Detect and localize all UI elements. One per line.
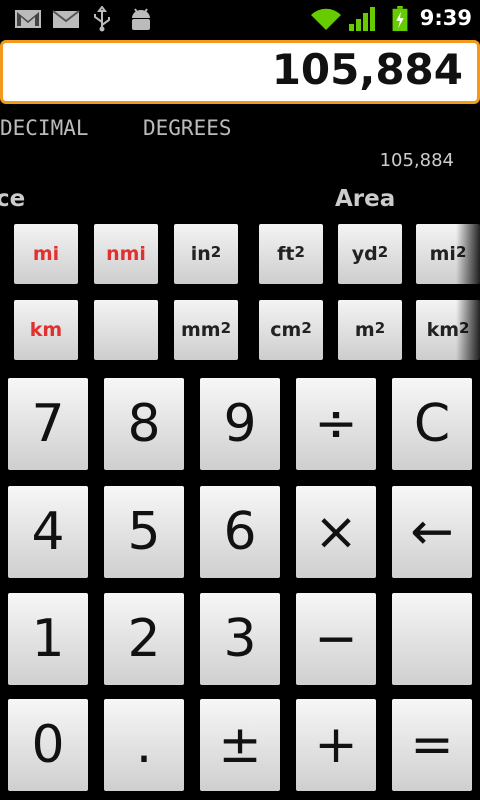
unit-nmi-button[interactable]: nmi	[94, 224, 158, 284]
mode-degrees[interactable]: DEGREES	[143, 116, 232, 140]
key-2[interactable]: 2	[104, 593, 184, 685]
unit-label: nmi	[106, 243, 146, 265]
category-area[interactable]: Area	[335, 186, 395, 212]
key-backspace[interactable]: ←	[392, 486, 472, 578]
android-debug-icon	[132, 8, 150, 30]
unit-mi-button[interactable]: mi	[14, 224, 78, 284]
key-decimal-point[interactable]: .	[104, 699, 184, 791]
unit-label: mm	[180, 319, 221, 341]
unit-blank-button[interactable]	[94, 300, 158, 360]
key-1[interactable]: 1	[8, 593, 88, 685]
unit-label: mi	[429, 243, 456, 265]
unit-label: ft	[277, 243, 295, 265]
unit-yd2-button[interactable]: yd 2	[338, 224, 402, 284]
key-5[interactable]: 5	[104, 486, 184, 578]
unit-label: km	[29, 319, 63, 341]
key-8[interactable]: 8	[104, 378, 184, 470]
unit-exponent: 2	[210, 243, 222, 261]
key-plus-minus[interactable]: ±	[200, 699, 280, 791]
signal-icon	[349, 7, 375, 31]
key-equals[interactable]: =	[392, 699, 472, 791]
display-value: 105,884	[271, 45, 463, 94]
email-icon	[52, 10, 80, 28]
calculator-display[interactable]: 105,884	[0, 40, 480, 104]
conversion-result: 105,884	[379, 150, 454, 171]
wifi-icon	[311, 8, 341, 30]
unit-label: mi	[32, 243, 60, 265]
key-add[interactable]: +	[296, 699, 376, 791]
unit-exponent: 2	[377, 243, 389, 261]
unit-ft2-button[interactable]: ft 2	[259, 224, 323, 284]
key-blank[interactable]	[392, 593, 472, 685]
scroll-fade	[456, 212, 480, 367]
status-bar: 9:39	[0, 0, 480, 38]
key-4[interactable]: 4	[8, 486, 88, 578]
key-6[interactable]: 6	[200, 486, 280, 578]
unit-label: cm	[270, 319, 302, 341]
category-distance-partial[interactable]: ce	[0, 186, 25, 212]
unit-m2-button[interactable]: m2	[338, 300, 402, 360]
mode-decimal[interactable]: DECIMAL	[0, 116, 89, 140]
unit-exponent: 2	[301, 319, 312, 337]
key-0[interactable]: 0	[8, 699, 88, 791]
unit-label: in	[190, 243, 211, 265]
status-time: 9:39	[419, 6, 472, 30]
key-clear[interactable]: C	[392, 378, 472, 470]
key-7[interactable]: 7	[8, 378, 88, 470]
unit-label: yd	[351, 243, 378, 265]
unit-exponent: 2	[294, 243, 305, 261]
unit-km-button[interactable]: km	[14, 300, 78, 360]
key-divide[interactable]: ÷	[296, 378, 376, 470]
gmail-icon	[15, 10, 41, 28]
unit-label: km	[426, 319, 459, 341]
unit-mm2-button[interactable]: mm 2	[174, 300, 238, 360]
battery-charging-icon	[392, 6, 408, 32]
key-multiply[interactable]: ×	[296, 486, 376, 578]
key-3[interactable]: 3	[200, 593, 280, 685]
unit-in2-button[interactable]: in 2	[174, 224, 238, 284]
unit-cm2-button[interactable]: cm 2	[259, 300, 323, 360]
key-9[interactable]: 9	[200, 378, 280, 470]
unit-exponent: 2	[220, 319, 232, 337]
usb-icon	[94, 6, 110, 32]
unit-exponent: 2	[374, 319, 386, 337]
unit-label: m	[354, 319, 375, 341]
key-subtract[interactable]: −	[296, 593, 376, 685]
